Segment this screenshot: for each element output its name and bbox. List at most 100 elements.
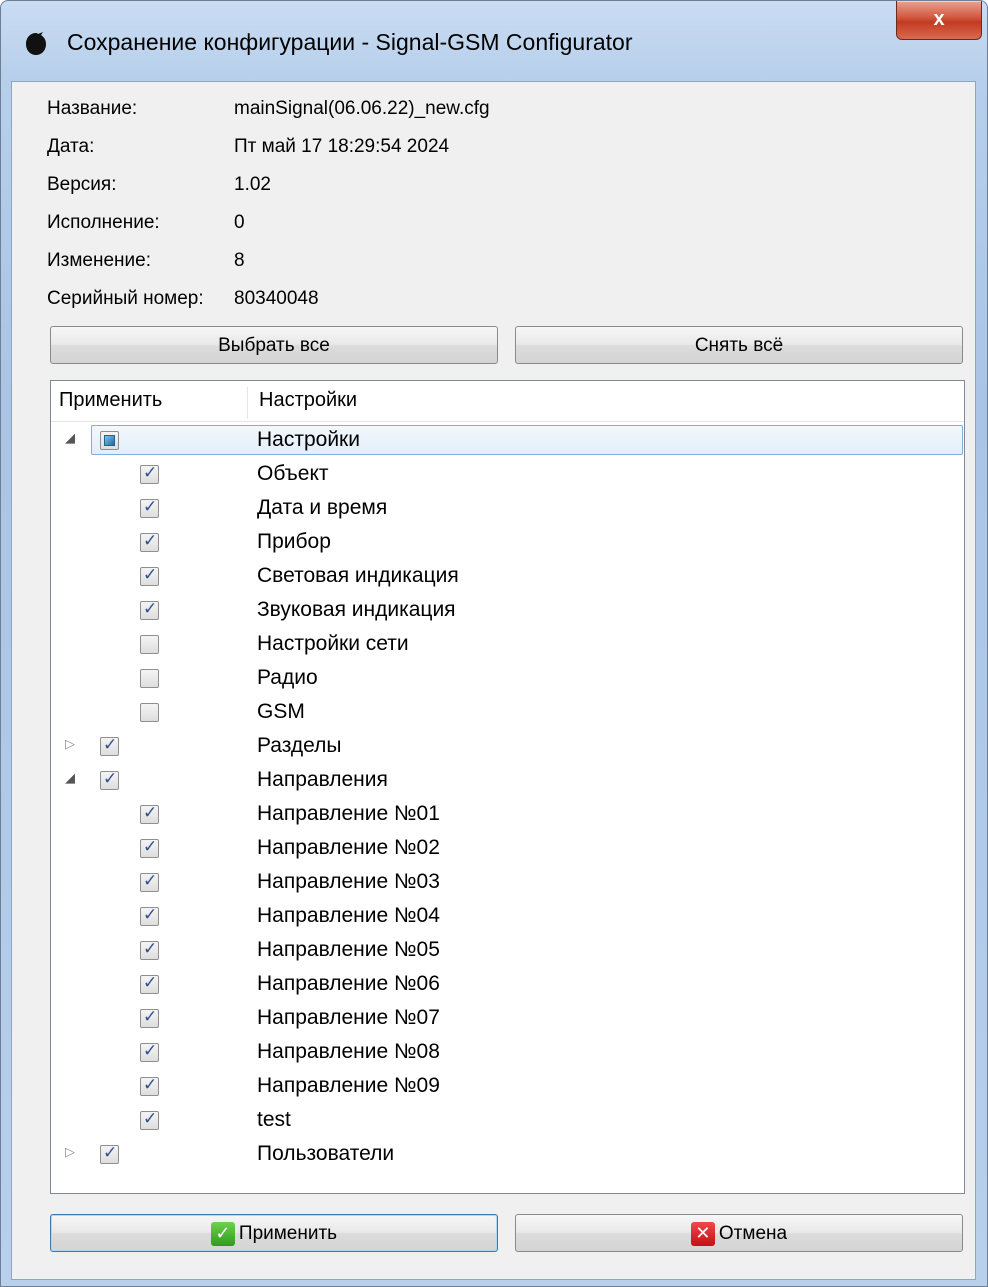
- tree-item-label: Направление №09: [257, 1074, 440, 1097]
- tree-row[interactable]: Дата и время: [51, 492, 964, 526]
- apply-checkbox[interactable]: [140, 973, 159, 994]
- tree-row[interactable]: Прибор: [51, 526, 964, 560]
- apply-checkbox[interactable]: [100, 735, 119, 756]
- tree-row[interactable]: Направление №08: [51, 1036, 964, 1070]
- info-value-serial: 80340048: [234, 288, 319, 309]
- tree-item-label: Направление №01: [257, 802, 440, 825]
- tree-row[interactable]: Направление №02: [51, 832, 964, 866]
- tree-item-label: Световая индикация: [257, 564, 459, 587]
- cancel-button-label: Отмена: [718, 1223, 788, 1244]
- apply-checkbox[interactable]: [140, 905, 159, 926]
- close-button[interactable]: x: [896, 1, 982, 40]
- apply-checkbox[interactable]: [100, 431, 119, 450]
- apply-checkbox[interactable]: [140, 531, 159, 552]
- apply-checkbox[interactable]: [140, 599, 159, 620]
- tree-row[interactable]: GSM: [51, 696, 964, 730]
- apply-checkbox[interactable]: [100, 769, 119, 790]
- info-label-serial: Серийный номер:: [47, 288, 204, 309]
- apply-checkbox[interactable]: [140, 871, 159, 892]
- tree-item-label: Направление №08: [257, 1040, 440, 1063]
- column-header-apply[interactable]: Применить: [59, 389, 162, 412]
- cancel-button[interactable]: ✕ Отмена: [515, 1214, 963, 1252]
- tree-row[interactable]: Объект: [51, 458, 964, 492]
- apply-checkbox[interactable]: [140, 1041, 159, 1062]
- tree-row[interactable]: Направление №03: [51, 866, 964, 900]
- apply-checkbox[interactable]: [140, 837, 159, 858]
- tree-item-label: Направление №05: [257, 938, 440, 961]
- dialog-body: Название: mainSignal(06.06.22)_new.cfg Д…: [11, 81, 976, 1280]
- dialog-window: Сохранение конфигурации - Signal-GSM Con…: [0, 0, 988, 1287]
- apply-checkbox[interactable]: [140, 1075, 159, 1096]
- tree-item-label: Разделы: [257, 734, 342, 757]
- cancel-x-icon: ✕: [690, 1221, 715, 1246]
- column-header-settings[interactable]: Настройки: [259, 389, 357, 412]
- tree-item-label: Направление №04: [257, 904, 440, 927]
- settings-tree[interactable]: Применить Настройки ◢ Настройки Объект Дата…: [50, 380, 965, 1194]
- tree-row[interactable]: ▷ Пользователи: [51, 1138, 964, 1172]
- apply-checkbox[interactable]: [140, 803, 159, 824]
- tree-row[interactable]: Направление №09: [51, 1070, 964, 1104]
- apply-checkbox[interactable]: [140, 635, 159, 654]
- tree-item-label: Объект: [257, 462, 329, 485]
- info-value-execution: 0: [234, 212, 245, 233]
- apply-checkbox[interactable]: [140, 463, 159, 484]
- title-bar[interactable]: Сохранение конфигурации - Signal-GSM Con…: [1, 1, 987, 81]
- tree-row[interactable]: Направление №06: [51, 968, 964, 1002]
- tree-row[interactable]: Световая индикация: [51, 560, 964, 594]
- info-label-date: Дата:: [47, 136, 95, 157]
- tree-row[interactable]: test: [51, 1104, 964, 1138]
- apply-button-label: Применить: [238, 1223, 338, 1244]
- tree-item-label: GSM: [257, 700, 305, 723]
- expanded-arrow-icon[interactable]: ◢: [65, 771, 75, 786]
- window-title: Сохранение конфигурации - Signal-GSM Con…: [67, 29, 633, 55]
- info-value-revision: 8: [234, 250, 245, 271]
- tree-row[interactable]: Направление №05: [51, 934, 964, 968]
- tree-item-label: Настройки: [257, 428, 360, 451]
- tree-row[interactable]: ▷ Разделы: [51, 730, 964, 764]
- apply-checkbox[interactable]: [140, 669, 159, 688]
- tree-item-label: test: [257, 1108, 291, 1131]
- tree-item-label: Дата и время: [257, 496, 388, 519]
- tree-row[interactable]: Направление №07: [51, 1002, 964, 1036]
- info-label-execution: Исполнение:: [47, 212, 160, 233]
- collapsed-arrow-icon[interactable]: ▷: [65, 737, 75, 752]
- tree-item-label: Пользователи: [257, 1142, 395, 1165]
- apply-checkbox[interactable]: [100, 1143, 119, 1164]
- header-divider: [51, 421, 964, 422]
- info-label-version: Версия:: [47, 174, 117, 195]
- tree-row[interactable]: Настройки сети: [51, 628, 964, 662]
- info-value-date: Пт май 17 18:29:54 2024: [234, 136, 450, 157]
- tree-row[interactable]: ◢ Настройки: [51, 424, 964, 458]
- deselect-all-button[interactable]: Снять всё: [515, 326, 963, 364]
- tree-item-label: Направление №03: [257, 870, 440, 893]
- apply-checkbox[interactable]: [140, 1007, 159, 1028]
- info-label-revision: Изменение:: [47, 250, 152, 271]
- info-label-name: Название:: [47, 98, 138, 119]
- apply-checkbox[interactable]: [140, 1109, 159, 1130]
- tree-row[interactable]: ◢ Направления: [51, 764, 964, 798]
- apply-checkbox[interactable]: [140, 703, 159, 722]
- tree-item-label: Звуковая индикация: [257, 598, 456, 621]
- tree-row[interactable]: Направление №01: [51, 798, 964, 832]
- tree-row[interactable]: Радио: [51, 662, 964, 696]
- tree-item-label: Настройки сети: [257, 632, 409, 655]
- select-all-button[interactable]: Выбрать все: [50, 326, 498, 364]
- expanded-arrow-icon[interactable]: ◢: [65, 431, 75, 446]
- info-value-name: mainSignal(06.06.22)_new.cfg: [234, 98, 490, 119]
- selection-highlight: [91, 425, 963, 455]
- apply-checkbox[interactable]: [140, 939, 159, 960]
- checkmark-icon: ✓: [210, 1221, 235, 1246]
- tree-item-label: Направление №02: [257, 836, 440, 859]
- info-value-version: 1.02: [234, 174, 271, 195]
- tree-item-label: Направление №07: [257, 1006, 440, 1029]
- tree-row[interactable]: Звуковая индикация: [51, 594, 964, 628]
- tree-item-label: Прибор: [257, 530, 331, 553]
- column-separator[interactable]: [247, 387, 248, 419]
- tree-row[interactable]: Направление №04: [51, 900, 964, 934]
- app-icon: [26, 32, 46, 55]
- apply-checkbox[interactable]: [140, 565, 159, 586]
- collapsed-arrow-icon[interactable]: ▷: [65, 1145, 75, 1160]
- apply-checkbox[interactable]: [140, 497, 159, 518]
- apply-button[interactable]: ✓ Применить: [50, 1214, 498, 1252]
- tree-item-label: Радио: [257, 666, 318, 689]
